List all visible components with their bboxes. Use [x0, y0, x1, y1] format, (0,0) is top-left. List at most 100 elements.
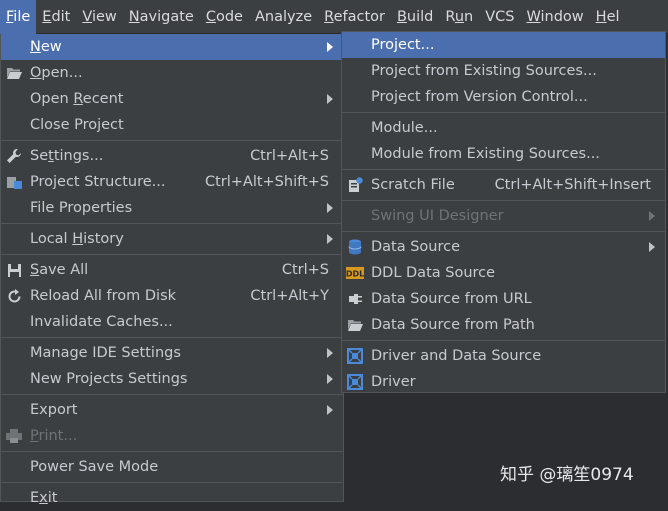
file-exit-label: Exit [30, 490, 58, 506]
database-icon [346, 239, 364, 255]
new-data-source-from-url-label: Data Source from URL [371, 291, 532, 307]
file-menu: New Open... Open Recent Close Project Se… [0, 34, 344, 506]
file-save-all-label: Save All [30, 262, 89, 278]
file-invalidate-caches[interactable]: Invalidate Caches... [1, 309, 343, 335]
file-reload[interactable]: Reload All from Disk Ctrl+Alt+Y [1, 283, 343, 309]
watermark: 知乎 @璃笙0974 [500, 465, 634, 485]
menubar-window[interactable]: Window [520, 0, 589, 34]
folder-icon [346, 317, 364, 333]
new-module-existing-sources[interactable]: Module from Existing Sources... [342, 141, 665, 167]
save-icon [5, 262, 23, 278]
file-settings[interactable]: Settings... Ctrl+Alt+S [1, 143, 343, 169]
new-project[interactable]: Project... [342, 32, 665, 58]
new-swing-ui-designer[interactable]: Swing UI Designer [342, 203, 665, 229]
submenu-arrow-icon [327, 348, 333, 358]
menubar-help[interactable]: Hel [590, 0, 626, 34]
menubar-view[interactable]: View [76, 0, 122, 34]
ddl-icon: DDL [346, 265, 364, 281]
new-data-source-from-path[interactable]: Data Source from Path [342, 312, 665, 338]
submenu-arrow-icon [327, 94, 333, 104]
file-power-save-mode-label: Power Save Mode [30, 459, 159, 475]
menubar-refactor[interactable]: Refactor [318, 0, 391, 34]
menubar-analyze[interactable]: Analyze [249, 0, 318, 34]
menu-separator [342, 112, 665, 113]
file-reload-label: Reload All from Disk [30, 288, 177, 304]
new-data-source[interactable]: Data Source [342, 234, 665, 260]
new-module[interactable]: Module... [342, 115, 665, 141]
menubar-file[interactable]: File [0, 0, 37, 34]
menubar-edit[interactable]: Edit [36, 0, 76, 34]
menubar-navigate[interactable]: Navigate [123, 0, 200, 34]
file-new-projects-settings-label: New Projects Settings [30, 371, 188, 387]
file-properties[interactable]: File Properties [1, 195, 343, 221]
file-print[interactable]: Print... [1, 423, 343, 449]
file-new[interactable]: New [1, 34, 343, 60]
print-icon [5, 428, 23, 444]
reload-icon [5, 288, 23, 304]
new-project-label: Project... [371, 37, 435, 53]
file-properties-label: File Properties [30, 200, 133, 216]
menubar-code[interactable]: Code [200, 0, 249, 34]
file-save-all-shortcut: Ctrl+S [281, 262, 329, 278]
new-driver-label: Driver [371, 374, 416, 390]
new-driver-and-data-source-label: Driver and Data Source [371, 348, 542, 364]
menu-separator [1, 451, 343, 452]
new-ddl-data-source-label: DDL Data Source [371, 265, 496, 281]
file-open-recent-label: Open Recent [30, 91, 124, 107]
file-exit[interactable]: Exit [1, 485, 343, 511]
submenu-arrow-icon [327, 42, 333, 52]
menu-bar: File Edit View Navigate Code Analyze Ref… [0, 0, 668, 34]
submenu-arrow-icon [327, 203, 333, 213]
file-invalidate-caches-label: Invalidate Caches... [30, 314, 173, 330]
submenu-arrow-icon [327, 405, 333, 415]
new-scratch-file-shortcut: Ctrl+Alt+Shift+Insert [494, 177, 651, 193]
driver-icon [346, 348, 364, 364]
file-settings-shortcut: Ctrl+Alt+S [250, 148, 329, 164]
new-scratch-file-label: Scratch File [371, 177, 455, 193]
new-swing-ui-designer-label: Swing UI Designer [371, 208, 504, 224]
svg-text:DDL: DDL [346, 270, 364, 279]
file-close-project-label: Close Project [30, 117, 124, 133]
new-project-existing-sources[interactable]: Project from Existing Sources... [342, 58, 665, 84]
new-data-source-from-path-label: Data Source from Path [371, 317, 535, 333]
menu-separator [1, 140, 343, 141]
new-ddl-data-source[interactable]: DDL DDL Data Source [342, 260, 665, 286]
menubar-run[interactable]: Run [439, 0, 479, 34]
new-driver[interactable]: Driver [342, 369, 665, 395]
menu-separator [1, 337, 343, 338]
file-project-structure[interactable]: Project Structure... Ctrl+Alt+Shift+S [1, 169, 343, 195]
file-export[interactable]: Export [1, 397, 343, 423]
file-local-history[interactable]: Local History [1, 226, 343, 252]
file-settings-label: Settings... [30, 148, 104, 164]
file-new-projects-settings[interactable]: New Projects Settings [1, 366, 343, 392]
new-project-from-vcs[interactable]: Project from Version Control... [342, 84, 665, 110]
file-power-save-mode[interactable]: Power Save Mode [1, 454, 343, 480]
new-submenu: Project... Project from Existing Sources… [341, 31, 666, 393]
driver-icon [346, 374, 364, 390]
menu-separator [1, 482, 343, 483]
menubar-build[interactable]: Build [391, 0, 439, 34]
menu-separator [1, 394, 343, 395]
project-structure-icon [5, 174, 23, 190]
file-save-all[interactable]: Save All Ctrl+S [1, 257, 343, 283]
submenu-arrow-icon [327, 374, 333, 384]
menu-separator [342, 169, 665, 170]
menubar-vcs[interactable]: VCS [479, 0, 520, 34]
file-open[interactable]: Open... [1, 60, 343, 86]
file-open-label: Open... [30, 65, 83, 81]
file-manage-ide-settings[interactable]: Manage IDE Settings [1, 340, 343, 366]
file-project-structure-shortcut: Ctrl+Alt+Shift+S [204, 174, 329, 190]
menu-separator [1, 223, 343, 224]
file-new-label: New [30, 39, 62, 55]
file-export-label: Export [30, 402, 78, 418]
menu-separator [342, 340, 665, 341]
file-close-project[interactable]: Close Project [1, 112, 343, 138]
new-module-existing-sources-label: Module from Existing Sources... [371, 146, 600, 162]
new-project-existing-sources-label: Project from Existing Sources... [371, 63, 597, 79]
file-open-recent[interactable]: Open Recent [1, 86, 343, 112]
file-reload-shortcut: Ctrl+Alt+Y [250, 288, 329, 304]
submenu-arrow-icon [649, 211, 655, 221]
new-data-source-from-url[interactable]: Data Source from URL [342, 286, 665, 312]
new-scratch-file[interactable]: Scratch File Ctrl+Alt+Shift+Insert [342, 172, 665, 198]
new-driver-and-data-source[interactable]: Driver and Data Source [342, 343, 665, 369]
